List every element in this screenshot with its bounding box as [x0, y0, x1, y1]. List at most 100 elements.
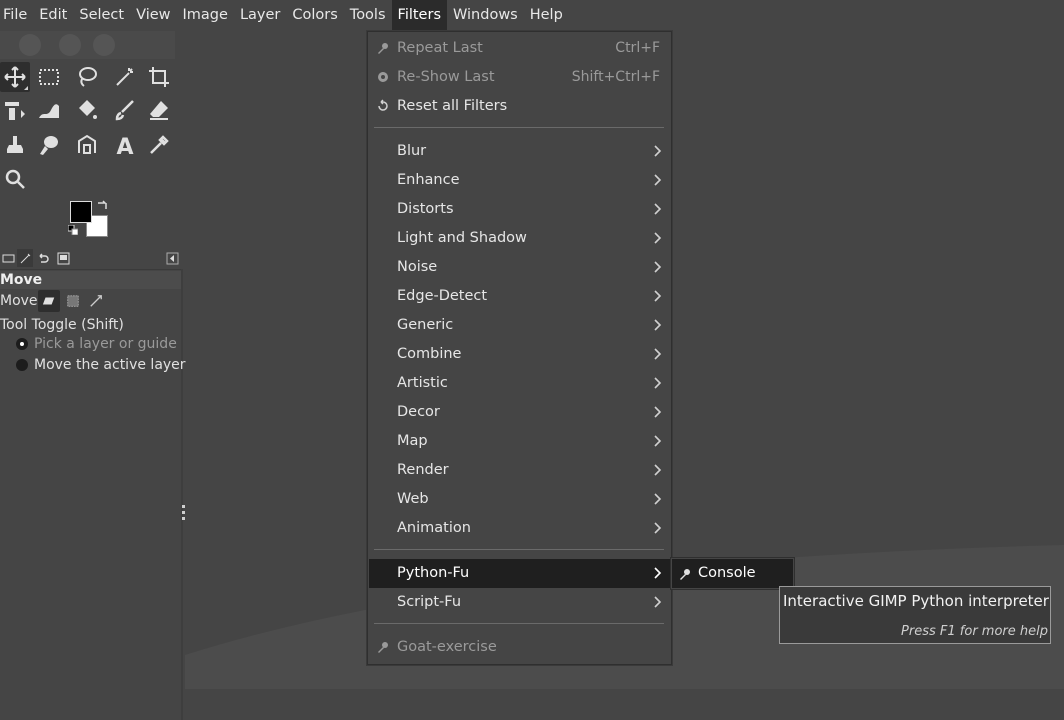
- menu-filters[interactable]: Filters: [391, 0, 447, 31]
- move-layer-mode-button[interactable]: [38, 290, 60, 312]
- menu-item-artistic[interactable]: Artistic: [369, 369, 670, 398]
- tab-undo-history[interactable]: [34, 249, 50, 267]
- radio-pick-layer[interactable]: [16, 338, 28, 350]
- menu-item-distorts[interactable]: Distorts: [369, 195, 670, 224]
- filter-gear-icon: [680, 569, 690, 580]
- menu-item-combine[interactable]: Combine: [369, 340, 670, 369]
- lasso-icon: [79, 67, 97, 87]
- warp-tool[interactable]: [34, 95, 64, 125]
- paintbrush-tool[interactable]: [110, 95, 140, 125]
- repeat-last-shortcut: Ctrl+F: [615, 40, 660, 56]
- transform-tool[interactable]: [0, 95, 30, 125]
- menu-item-animation[interactable]: Animation: [369, 514, 670, 543]
- reset-icon: [378, 99, 388, 111]
- toolbox: A Move Move: Tool Toggle (Shift) Pick a …: [0, 31, 186, 720]
- move-path-mode-button[interactable]: [85, 290, 107, 312]
- default-colors-icon[interactable]: [68, 225, 78, 235]
- generic-label: Generic: [397, 317, 454, 333]
- menu-edit[interactable]: Edit: [33, 0, 73, 31]
- chevron-right-icon: [654, 174, 662, 186]
- tab-device-status[interactable]: [17, 249, 33, 267]
- menu-separator: [374, 549, 664, 550]
- python-fu-label: Python-Fu: [397, 565, 470, 581]
- menu-item-map[interactable]: Map: [369, 427, 670, 456]
- decor-label: Decor: [397, 404, 440, 420]
- chevron-right-icon: [654, 406, 662, 418]
- clone-stamp-icon: [7, 136, 23, 153]
- menu-image[interactable]: Image: [177, 0, 234, 31]
- images-icon: [57, 252, 69, 264]
- smudge-icon: [40, 136, 58, 155]
- color-picker-tool[interactable]: [144, 130, 174, 160]
- repeat-last-label: Repeat Last: [397, 40, 483, 56]
- text-tool[interactable]: A: [110, 130, 140, 160]
- combine-label: Combine: [397, 346, 462, 362]
- reshow-last-label: Re-Show Last: [397, 69, 495, 85]
- unified-transform-icon: [5, 102, 25, 120]
- menu-item-noise[interactable]: Noise: [369, 253, 670, 282]
- bucket-icon: [79, 100, 97, 119]
- zoom-tool[interactable]: [0, 164, 30, 194]
- eraser-tool[interactable]: [144, 95, 174, 125]
- crop-tool[interactable]: [144, 62, 174, 92]
- menu-item-edge-detect[interactable]: Edge-Detect: [369, 282, 670, 311]
- menu-bar: File Edit Select View Image Layer Colors…: [0, 0, 1064, 31]
- menu-item-render[interactable]: Render: [369, 456, 670, 485]
- console-label: Console: [698, 565, 756, 581]
- menu-file[interactable]: File: [0, 0, 33, 31]
- menu-windows[interactable]: Windows: [447, 0, 524, 31]
- animation-label: Animation: [397, 520, 471, 536]
- menu-item-reset-all-filters[interactable]: Reset all Filters: [369, 92, 670, 121]
- menu-help[interactable]: Help: [524, 0, 569, 31]
- crop-icon: [149, 67, 169, 87]
- rect-select-icon: [39, 69, 59, 85]
- move-tool[interactable]: [0, 62, 30, 92]
- chevron-right-icon: [654, 522, 662, 534]
- menu-item-goat-exercise[interactable]: Goat-exercise: [369, 633, 670, 662]
- menu-item-blur[interactable]: Blur: [369, 137, 670, 166]
- dock-resize-grip[interactable]: [182, 505, 185, 527]
- menu-item-repeat-last[interactable]: Repeat Last Ctrl+F: [369, 34, 670, 63]
- tooltip: Interactive GIMP Python interpreter Pres…: [779, 586, 1051, 644]
- dock-menu-button[interactable]: [164, 249, 180, 267]
- menu-item-python-fu[interactable]: Python-Fu: [369, 559, 670, 588]
- smudge-tool[interactable]: [34, 130, 64, 160]
- rect-select-tool[interactable]: [34, 62, 64, 92]
- radio-move-active-layer[interactable]: [16, 359, 28, 371]
- magic-wand-icon: [116, 68, 133, 86]
- tab-images[interactable]: [55, 249, 71, 267]
- bucket-fill-tool[interactable]: [72, 95, 102, 125]
- tab-tool-options[interactable]: [0, 249, 16, 267]
- swap-colors-icon[interactable]: [96, 199, 108, 211]
- eraser-icon: [150, 101, 168, 120]
- menu-item-script-fu[interactable]: Script-Fu: [369, 588, 670, 617]
- menu-select[interactable]: Select: [73, 0, 130, 31]
- move-selection-mode-button[interactable]: [62, 290, 84, 312]
- render-label: Render: [397, 462, 449, 478]
- map-label: Map: [397, 433, 428, 449]
- menu-item-console[interactable]: Console: [672, 559, 793, 588]
- menu-tools[interactable]: Tools: [344, 0, 392, 31]
- dock-tabs: [0, 248, 183, 268]
- menu-layer[interactable]: Layer: [234, 0, 286, 31]
- menu-item-reshow-last[interactable]: Re-Show Last Shift+Ctrl+F: [369, 63, 670, 92]
- filter-gear-icon: [378, 43, 388, 54]
- distorts-label: Distorts: [397, 201, 454, 217]
- menu-item-web[interactable]: Web: [369, 485, 670, 514]
- menu-view[interactable]: View: [130, 0, 176, 31]
- magnifier-icon: [5, 169, 25, 189]
- menu-item-decor[interactable]: Decor: [369, 398, 670, 427]
- menu-item-enhance[interactable]: Enhance: [369, 166, 670, 195]
- clone-tool[interactable]: [0, 130, 30, 160]
- device-status-icon: [20, 253, 30, 263]
- foreground-color-swatch[interactable]: [70, 201, 92, 223]
- paths-icon: [78, 134, 96, 154]
- menu-colors[interactable]: Colors: [286, 0, 343, 31]
- free-select-tool[interactable]: [72, 62, 102, 92]
- menu-item-light-and-shadow[interactable]: Light and Shadow: [369, 224, 670, 253]
- menu-item-generic[interactable]: Generic: [369, 311, 670, 340]
- layer-mode-icon: [42, 297, 55, 305]
- paths-tool[interactable]: [72, 130, 102, 160]
- fuzzy-select-tool[interactable]: [110, 62, 140, 92]
- fg-bg-colors[interactable]: [68, 199, 114, 239]
